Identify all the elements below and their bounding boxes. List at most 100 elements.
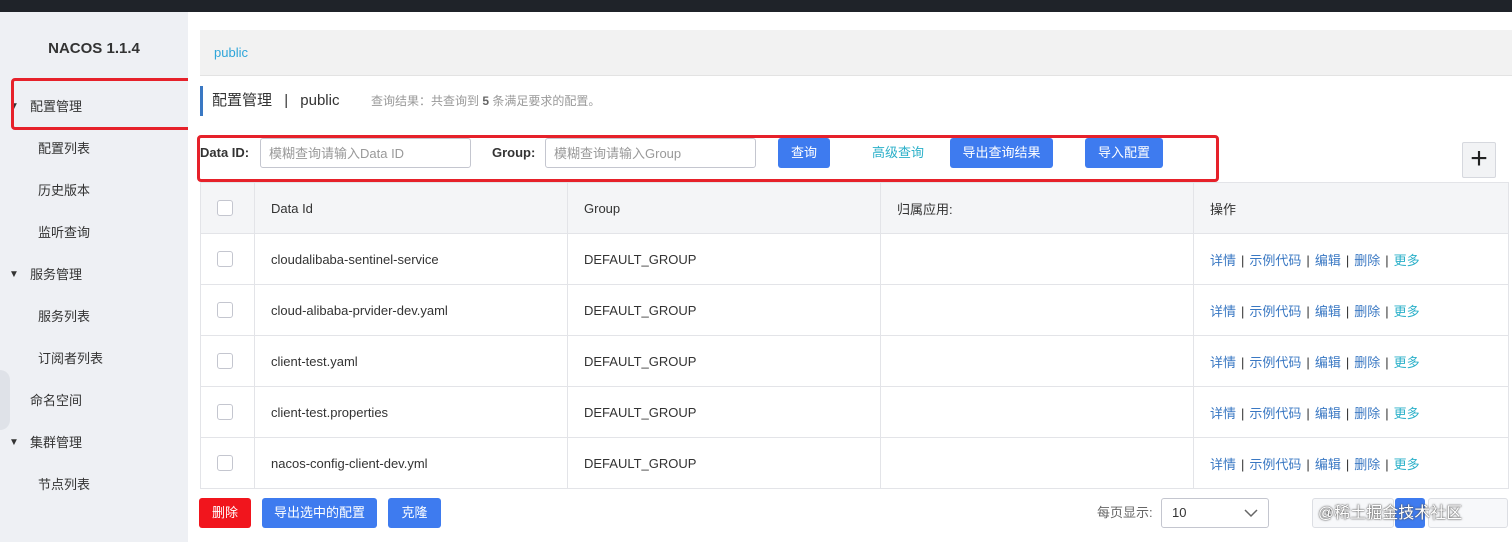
select-all-checkbox[interactable] — [217, 200, 233, 217]
sidebar-item-label: 命名空间 — [30, 393, 83, 408]
table-row: client-test.properties DEFAULT_GROUP 详情 |… — [200, 386, 1509, 438]
row-checkbox-cell — [200, 386, 255, 438]
sidebar: NACOS 1.1.4 ▼ 配置管理 配置列表 历史版本 监听查询 ▼ 服务管理… — [0, 12, 188, 542]
clone-button[interactable]: 克隆 — [388, 498, 441, 528]
namespace-link-public[interactable]: public — [214, 30, 248, 76]
export-selected-button[interactable]: 导出选中的配置 — [262, 498, 377, 528]
sidebar-item-config-management[interactable]: ▼ 配置管理 — [0, 86, 188, 128]
row-checkbox[interactable] — [217, 404, 233, 421]
cell-app — [880, 335, 1194, 387]
op-delete-link[interactable]: 删除 — [1354, 304, 1380, 319]
op-detail-link[interactable]: 详情 — [1210, 355, 1236, 370]
next-page-button[interactable] — [1428, 498, 1508, 528]
sidebar-collapse-handle[interactable] — [0, 370, 10, 430]
query-button[interactable]: 查询 — [778, 138, 830, 168]
op-delete-link[interactable]: 删除 — [1354, 253, 1380, 268]
op-separator: | — [1306, 303, 1310, 319]
op-sample-code-link[interactable]: 示例代码 — [1249, 304, 1301, 319]
op-separator: | — [1345, 456, 1350, 472]
group-input[interactable] — [545, 138, 756, 168]
sidebar-item-label: 集群管理 — [30, 435, 83, 450]
page-title-namespace: public — [300, 92, 340, 109]
sidebar-item-node-list[interactable]: 节点列表 — [0, 464, 188, 506]
op-edit-link[interactable]: 编辑 — [1315, 457, 1341, 472]
sidebar-item-label: 历史版本 — [38, 183, 91, 198]
op-sample-code-link[interactable]: 示例代码 — [1249, 457, 1301, 472]
advanced-query-link[interactable]: 高级查询 — [872, 138, 924, 168]
sidebar-item-label: 服务管理 — [30, 267, 83, 282]
column-header-app[interactable]: 归属应用: — [880, 182, 1194, 234]
op-sample-code-link[interactable]: 示例代码 — [1249, 406, 1301, 421]
op-more-link[interactable]: 更多 — [1394, 253, 1420, 268]
add-config-button[interactable]: + — [1462, 142, 1496, 178]
sidebar-item-subscriber-list[interactable]: 订阅者列表 — [0, 338, 188, 380]
sidebar-item-service-management[interactable]: ▼ 服务管理 — [0, 254, 188, 296]
sidebar-item-cluster-management[interactable]: ▼ 集群管理 — [0, 422, 188, 464]
op-detail-link[interactable]: 详情 — [1210, 253, 1236, 268]
row-checkbox[interactable] — [217, 302, 233, 319]
op-delete-link[interactable]: 删除 — [1354, 457, 1380, 472]
column-header-data-id[interactable]: Data Id — [254, 182, 568, 234]
op-more-link[interactable]: 更多 — [1394, 457, 1420, 472]
chevron-down-icon — [1244, 499, 1258, 537]
op-detail-link[interactable]: 详情 — [1210, 304, 1236, 319]
op-separator: | — [1241, 252, 1245, 268]
row-checkbox[interactable] — [217, 455, 233, 472]
op-delete-link[interactable]: 删除 — [1354, 406, 1380, 421]
page-size-value: 10 — [1172, 505, 1187, 520]
data-id-input[interactable] — [260, 138, 471, 168]
op-separator: | — [1241, 456, 1245, 472]
table-row: client-test.yaml DEFAULT_GROUP 详情 | 示例代码 | 编… — [200, 335, 1509, 387]
cell-ops: 详情 | 示例代码 | 编辑 | 删除 | 更多 — [1193, 386, 1509, 438]
op-separator: | — [1241, 354, 1245, 370]
sidebar-item-label: 配置列表 — [38, 141, 91, 156]
sidebar-item-config-list[interactable]: 配置列表 — [0, 128, 188, 170]
sidebar-item-namespace[interactable]: 命名空间 — [0, 380, 188, 422]
op-separator: | — [1385, 252, 1389, 268]
op-detail-link[interactable]: 详情 — [1210, 457, 1236, 472]
sidebar-item-history[interactable]: 历史版本 — [0, 170, 188, 212]
sidebar-item-label: 监听查询 — [38, 225, 91, 240]
title-separator: | — [284, 92, 289, 109]
sidebar-item-listener-query[interactable]: 监听查询 — [0, 212, 188, 254]
op-edit-link[interactable]: 编辑 — [1315, 406, 1341, 421]
op-delete-link[interactable]: 删除 — [1354, 355, 1380, 370]
op-separator: | — [1385, 405, 1389, 421]
op-separator: | — [1345, 354, 1350, 370]
cell-group: DEFAULT_GROUP — [567, 386, 881, 438]
row-checkbox[interactable] — [217, 251, 233, 268]
op-sample-code-link[interactable]: 示例代码 — [1249, 253, 1301, 268]
main-content: public 配置管理 | public 查询结果：共查询到 5 条满足要求的配… — [188, 12, 1512, 542]
export-results-button[interactable]: 导出查询结果 — [950, 138, 1053, 168]
op-edit-link[interactable]: 编辑 — [1315, 253, 1341, 268]
cell-data-id: client-test.yaml — [254, 335, 568, 387]
page-button-current[interactable]: 1 — [1395, 498, 1425, 528]
row-checkbox[interactable] — [217, 353, 233, 370]
caret-down-icon: ▼ — [9, 269, 19, 280]
op-more-link[interactable]: 更多 — [1394, 355, 1420, 370]
op-sample-code-link[interactable]: 示例代码 — [1249, 355, 1301, 370]
page-size-select[interactable]: 10 — [1161, 498, 1269, 528]
result-count: 5 — [482, 94, 490, 108]
page-title: 配置管理 | public — [212, 86, 339, 116]
op-more-link[interactable]: 更多 — [1394, 406, 1420, 421]
row-checkbox-cell — [200, 335, 255, 387]
import-config-button[interactable]: 导入配置 — [1085, 138, 1163, 168]
page-title-text: 配置管理 — [212, 92, 273, 109]
title-accent-bar — [200, 86, 203, 116]
prev-page-button[interactable]: < — [1312, 498, 1394, 528]
sidebar-item-service-list[interactable]: 服务列表 — [0, 296, 188, 338]
op-edit-link[interactable]: 编辑 — [1315, 355, 1341, 370]
op-detail-link[interactable]: 详情 — [1210, 406, 1236, 421]
header-checkbox-cell — [200, 182, 255, 234]
cell-group: DEFAULT_GROUP — [567, 437, 881, 489]
sidebar-item-label: 配置管理 — [30, 99, 83, 114]
op-edit-link[interactable]: 编辑 — [1315, 304, 1341, 319]
bulk-delete-button[interactable]: 删除 — [199, 498, 251, 528]
op-separator: | — [1306, 354, 1310, 370]
column-header-group[interactable]: Group — [567, 182, 881, 234]
table-row: cloudalibaba-sentinel-service DEFAULT_GR… — [200, 233, 1509, 285]
cell-app — [880, 233, 1194, 285]
op-separator: | — [1306, 405, 1310, 421]
op-more-link[interactable]: 更多 — [1394, 304, 1420, 319]
